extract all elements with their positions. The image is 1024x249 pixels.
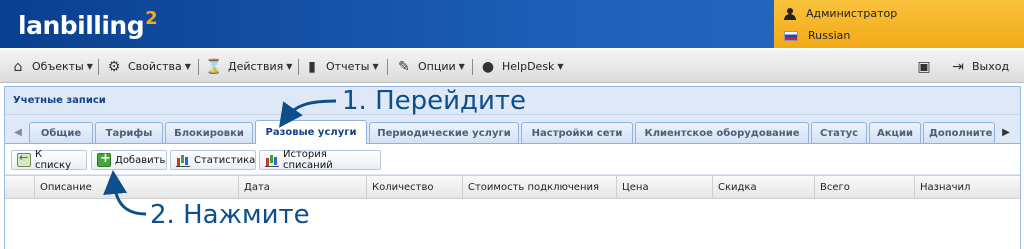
objects-icon: ⌂ xyxy=(13,58,23,75)
user-account[interactable]: Администратор xyxy=(784,7,897,20)
back-to-list-label: К списку xyxy=(35,149,71,171)
plus-icon xyxy=(97,151,111,167)
exit-label: Выход xyxy=(972,60,1010,73)
grid-col-total[interactable]: Всего xyxy=(815,176,915,198)
back-to-list-button[interactable]: К списку xyxy=(11,149,87,171)
grid-col-connection-cost[interactable]: Стоимость подключения xyxy=(463,176,617,198)
user-name: Администратор xyxy=(806,7,898,20)
menu-properties[interactable]: ⚙ Свойства ▼ xyxy=(106,50,191,83)
menu-actions[interactable]: ⌛ Действия ▼ xyxy=(205,50,293,83)
menu-objects[interactable]: ⌂ Объекты ▼ xyxy=(10,50,93,83)
chart-icon xyxy=(265,153,279,167)
annotation-step2: 2. Нажмите xyxy=(150,200,310,230)
chevron-down-icon: ▼ xyxy=(557,62,564,71)
app-logo: lanbilling2 xyxy=(18,8,158,40)
user-icon xyxy=(784,7,796,20)
grid-col-description[interactable]: Описание xyxy=(35,176,239,198)
charge-history-label: История списаний xyxy=(283,149,333,171)
chevron-down-icon: ▼ xyxy=(86,62,93,71)
main-menu-bar: ⌂ Объекты ▼ ⚙ Свойства ▼ ⌛ Действия ▼ ▮ Отч… xyxy=(0,50,1024,83)
back-icon xyxy=(17,151,31,167)
grid-col-discount[interactable]: Скидка xyxy=(713,176,815,198)
chevron-down-icon: ▼ xyxy=(184,62,191,71)
chat-icon: ● xyxy=(481,58,495,75)
menu-options-label: Опции xyxy=(418,60,456,73)
tab-blocks[interactable]: Блокировки xyxy=(165,122,253,143)
menu-reports-label: Отчеты xyxy=(326,60,370,73)
russian-flag-icon xyxy=(784,30,798,41)
tab-scroll-right-icon[interactable]: ▶ xyxy=(999,122,1013,142)
tab-strip: ◀ Общие Тарифы Блокировки Разовые услуги… xyxy=(5,118,1020,144)
services-toolbar: К списку Добавить Статистика История спи… xyxy=(5,144,1020,174)
menu-separator xyxy=(298,59,299,75)
menu-properties-label: Свойства xyxy=(128,60,182,73)
gear-icon: ⚙ xyxy=(107,58,121,75)
panel-title: Учетные записи xyxy=(13,95,106,106)
hourglass-icon: ⌛ xyxy=(205,58,223,75)
tab-promotions[interactable]: Акции xyxy=(869,122,921,143)
statistics-button[interactable]: Статистика xyxy=(170,150,256,170)
menu-helpdesk[interactable]: ● HelpDesk ▼ xyxy=(480,50,564,83)
tab-tariffs[interactable]: Тарифы xyxy=(95,122,163,143)
user-panel: Администратор Russian xyxy=(774,0,1024,48)
dock-icon: ▣ xyxy=(917,58,931,75)
exit-button[interactable]: ⇥ Выход xyxy=(950,50,1009,83)
grid-col-select[interactable] xyxy=(5,176,35,198)
menu-options[interactable]: ✎ Опции ▼ xyxy=(396,50,465,83)
grid-header: Описание Дата Количество Стоимость подкл… xyxy=(5,175,1020,199)
menu-helpdesk-label: HelpDesk xyxy=(502,60,555,73)
chevron-down-icon: ▼ xyxy=(372,62,379,71)
annotation-step1: 1. Перейдите xyxy=(342,86,527,116)
tab-periodic-services[interactable]: Периодические услуги xyxy=(369,122,519,143)
bar-chart-icon: ▮ xyxy=(308,58,316,75)
tab-client-equipment[interactable]: Клиентское оборудование xyxy=(635,122,809,143)
charge-history-button[interactable]: История списаний xyxy=(259,149,381,171)
tab-scroll-left-icon[interactable]: ◀ xyxy=(11,122,25,142)
tab-one-time-services[interactable]: Разовые услуги xyxy=(255,120,367,144)
chevron-down-icon: ▼ xyxy=(458,62,465,71)
tab-network-settings[interactable]: Настройки сети xyxy=(521,122,633,143)
tab-general[interactable]: Общие xyxy=(29,122,93,143)
grid-col-price[interactable]: Цена xyxy=(617,176,713,198)
language-selector[interactable]: Russian xyxy=(784,29,850,42)
tab-status[interactable]: Статус xyxy=(811,122,867,143)
wrench-icon: ✎ xyxy=(398,58,410,75)
menu-separator xyxy=(198,59,199,75)
menu-separator xyxy=(387,59,388,75)
menu-separator xyxy=(98,59,99,75)
language-label: Russian xyxy=(808,29,851,42)
grid-col-date[interactable]: Дата xyxy=(239,176,367,198)
chevron-down-icon: ▼ xyxy=(286,62,293,71)
add-button[interactable]: Добавить xyxy=(91,150,167,170)
exit-icon: ⇥ xyxy=(952,58,964,75)
grid-col-quantity[interactable]: Количество xyxy=(367,176,463,198)
statistics-label: Статистика xyxy=(194,154,256,166)
save-state-button[interactable]: ▣ xyxy=(916,50,938,83)
menu-objects-label: Объекты xyxy=(32,60,84,73)
menu-actions-label: Действия xyxy=(228,60,284,73)
menu-reports[interactable]: ▮ Отчеты ▼ xyxy=(304,50,379,83)
tab-additional[interactable]: Дополните xyxy=(923,122,995,143)
add-label: Добавить xyxy=(115,154,166,166)
grid-col-assigned-by[interactable]: Назначил xyxy=(915,176,1018,198)
menu-separator xyxy=(472,59,473,75)
chart-icon xyxy=(176,153,190,167)
